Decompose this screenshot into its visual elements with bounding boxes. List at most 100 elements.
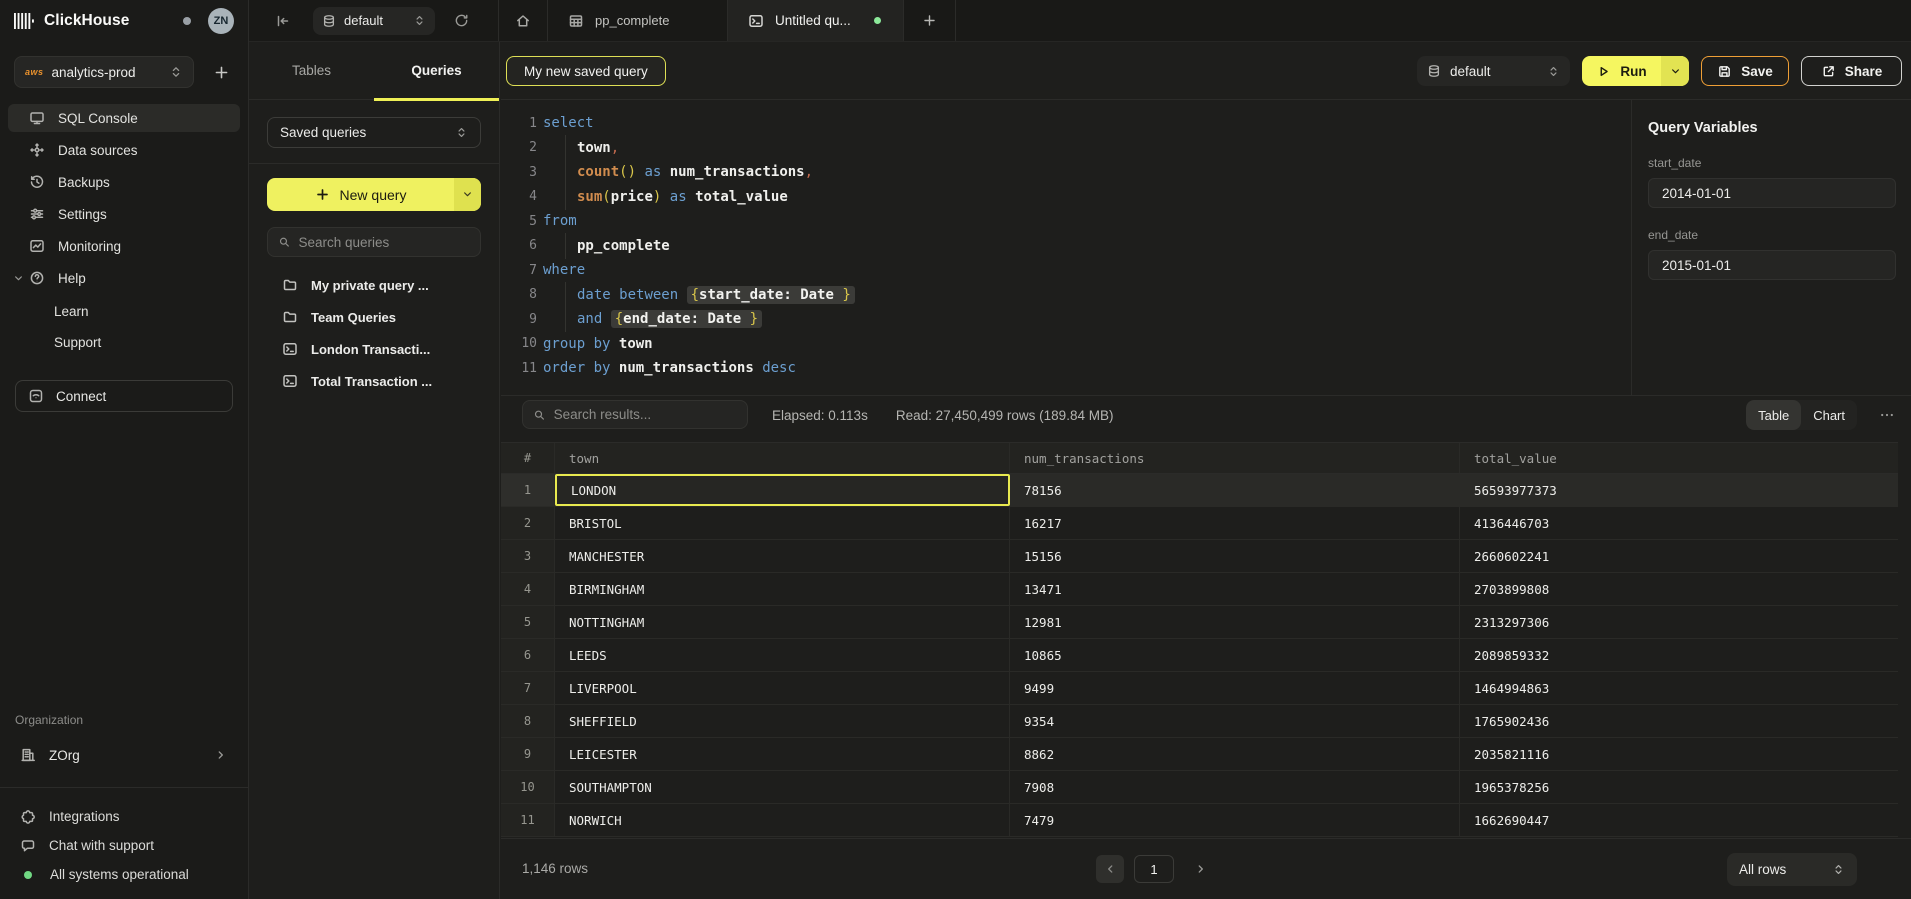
query-list-item[interactable]: London Transacti... — [267, 333, 481, 365]
sidebar-item-learn[interactable]: Learn — [8, 296, 240, 327]
column-header-index[interactable]: # — [501, 443, 555, 473]
table-cell[interactable]: 56593977373 — [1460, 474, 1898, 506]
table-cell[interactable]: 10865 — [1010, 639, 1460, 671]
workspace-selector[interactable]: aws analytics-prod — [14, 56, 194, 88]
table-row[interactable]: 1LONDON7815656593977373 — [501, 474, 1898, 507]
table-cell[interactable]: 9354 — [1010, 705, 1460, 737]
query-list-item[interactable]: Team Queries — [267, 301, 481, 333]
avatar[interactable]: ZN — [208, 8, 234, 34]
table-cell[interactable]: 2660602241 — [1460, 540, 1898, 572]
new-tab-button[interactable] — [904, 0, 956, 41]
code-line[interactable]: 10group by town — [501, 332, 1631, 357]
table-row[interactable]: 6LEEDS108652089859332 — [501, 639, 1898, 672]
collapse-sidebar-button[interactable] — [275, 13, 291, 29]
tab-pp-complete[interactable]: pp_complete — [548, 0, 728, 41]
table-cell[interactable]: BRISTOL — [555, 507, 1010, 539]
table-row[interactable]: 9LEICESTER88622035821116 — [501, 738, 1898, 771]
table-row[interactable]: 11NORWICH74791662690447 — [501, 804, 1898, 837]
sidebar-item-chat-support[interactable]: Chat with support — [0, 831, 248, 860]
sql-editor[interactable]: 1select2 town,3 count() as num_transacti… — [501, 100, 1631, 395]
table-cell[interactable]: SOUTHAMPTON — [555, 771, 1010, 803]
code-line[interactable]: 9 and {end_date: Date } — [501, 307, 1631, 332]
table-cell[interactable]: 8862 — [1010, 738, 1460, 770]
table-cell[interactable]: 2313297306 — [1460, 606, 1898, 638]
table-cell[interactable]: 1765902436 — [1460, 705, 1898, 737]
query-variable-chip[interactable]: {start_date: Date } — [687, 286, 855, 304]
table-row[interactable]: 8SHEFFIELD93541765902436 — [501, 705, 1898, 738]
sidebar-item-monitoring[interactable]: Monitoring — [8, 232, 240, 260]
editor-database-selector[interactable]: default — [1417, 56, 1570, 86]
table-cell[interactable]: LEEDS — [555, 639, 1010, 671]
table-cell[interactable]: 7479 — [1010, 804, 1460, 836]
run-options-dropdown[interactable] — [1661, 56, 1689, 86]
table-cell[interactable]: 2703899808 — [1460, 573, 1898, 605]
new-query-dropdown[interactable] — [454, 178, 481, 211]
column-header-town[interactable]: town — [555, 443, 1010, 473]
sidebar-item-system-status[interactable]: All systems operational — [0, 860, 248, 889]
code-line[interactable]: 2 town, — [501, 136, 1631, 161]
table-row[interactable]: 4BIRMINGHAM134712703899808 — [501, 573, 1898, 606]
code-line[interactable]: 7where — [501, 258, 1631, 283]
table-cell[interactable]: LONDON — [555, 474, 1010, 506]
code-line[interactable]: 5from — [501, 209, 1631, 234]
tab-home[interactable] — [499, 0, 548, 41]
table-row[interactable]: 3MANCHESTER151562660602241 — [501, 540, 1898, 573]
sidebar-item-integrations[interactable]: Integrations — [0, 802, 248, 831]
search-results-input[interactable] — [554, 407, 737, 422]
tab-untitled-query[interactable]: Untitled qu... — [728, 0, 904, 41]
table-cell[interactable]: NORWICH — [555, 804, 1010, 836]
new-query-main[interactable]: New query — [267, 178, 454, 211]
table-cell[interactable]: 2089859332 — [1460, 639, 1898, 671]
page-number[interactable]: 1 — [1134, 855, 1174, 883]
table-cell[interactable]: MANCHESTER — [555, 540, 1010, 572]
run-main[interactable]: Run — [1582, 56, 1661, 86]
sidebar-item-help[interactable]: Help — [8, 264, 240, 292]
table-cell[interactable]: BIRMINGHAM — [555, 573, 1010, 605]
table-cell[interactable]: 12981 — [1010, 606, 1460, 638]
new-query-button[interactable]: New query — [267, 178, 481, 211]
start-date-field[interactable] — [1648, 178, 1896, 208]
query-list-item[interactable]: Total Transaction ... — [267, 365, 481, 397]
table-cell[interactable]: LIVERPOOL — [555, 672, 1010, 704]
query-variable-chip[interactable]: {end_date: Date } — [611, 310, 762, 328]
refresh-button[interactable] — [454, 13, 469, 28]
tab-queries[interactable]: Queries — [374, 42, 499, 99]
query-list-item[interactable]: My private query ... — [267, 269, 481, 301]
organization-selector[interactable]: ZOrg — [8, 739, 240, 771]
tab-tables[interactable]: Tables — [249, 42, 374, 99]
next-page-button[interactable] — [1194, 862, 1208, 876]
code-line[interactable]: 8 date between {start_date: Date } — [501, 283, 1631, 308]
table-cell[interactable]: 78156 — [1010, 474, 1460, 506]
table-cell[interactable]: 13471 — [1010, 573, 1460, 605]
table-cell[interactable]: 9499 — [1010, 672, 1460, 704]
sidebar-item-data-sources[interactable]: Data sources — [8, 136, 240, 164]
table-cell[interactable]: 4136446703 — [1460, 507, 1898, 539]
table-cell[interactable]: 15156 — [1010, 540, 1460, 572]
view-table-button[interactable]: Table — [1746, 400, 1801, 430]
search-queries-input[interactable] — [299, 235, 471, 250]
save-button[interactable]: Save — [1701, 56, 1789, 86]
add-service-button[interactable] — [208, 59, 234, 85]
table-row[interactable]: 2BRISTOL162174136446703 — [501, 507, 1898, 540]
table-cell[interactable]: 1662690447 — [1460, 804, 1898, 836]
code-line[interactable]: 1select — [501, 111, 1631, 136]
results-more-button[interactable] — [1879, 407, 1895, 423]
code-line[interactable]: 4 sum(price) as total_value — [501, 185, 1631, 210]
topbar-database-selector[interactable]: default — [313, 7, 435, 35]
table-row[interactable]: 7LIVERPOOL94991464994863 — [501, 672, 1898, 705]
end-date-field[interactable] — [1648, 250, 1896, 280]
sidebar-item-backups[interactable]: Backups — [8, 168, 240, 196]
sidebar-item-support[interactable]: Support — [8, 327, 240, 358]
code-line[interactable]: 6 pp_complete — [501, 234, 1631, 259]
saved-query-tab[interactable]: My new saved query — [506, 56, 666, 86]
sidebar-item-sql-console[interactable]: SQL Console — [8, 104, 240, 132]
table-row[interactable]: 10SOUTHAMPTON79081965378256 — [501, 771, 1898, 804]
code-line[interactable]: 11order by num_transactions desc — [501, 356, 1631, 381]
table-cell[interactable]: SHEFFIELD — [555, 705, 1010, 737]
page-size-selector[interactable]: All rows — [1727, 853, 1857, 886]
table-cell[interactable]: LEICESTER — [555, 738, 1010, 770]
table-cell[interactable]: NOTTINGHAM — [555, 606, 1010, 638]
table-cell[interactable]: 1965378256 — [1460, 771, 1898, 803]
table-cell[interactable]: 2035821116 — [1460, 738, 1898, 770]
run-button[interactable]: Run — [1582, 56, 1689, 86]
